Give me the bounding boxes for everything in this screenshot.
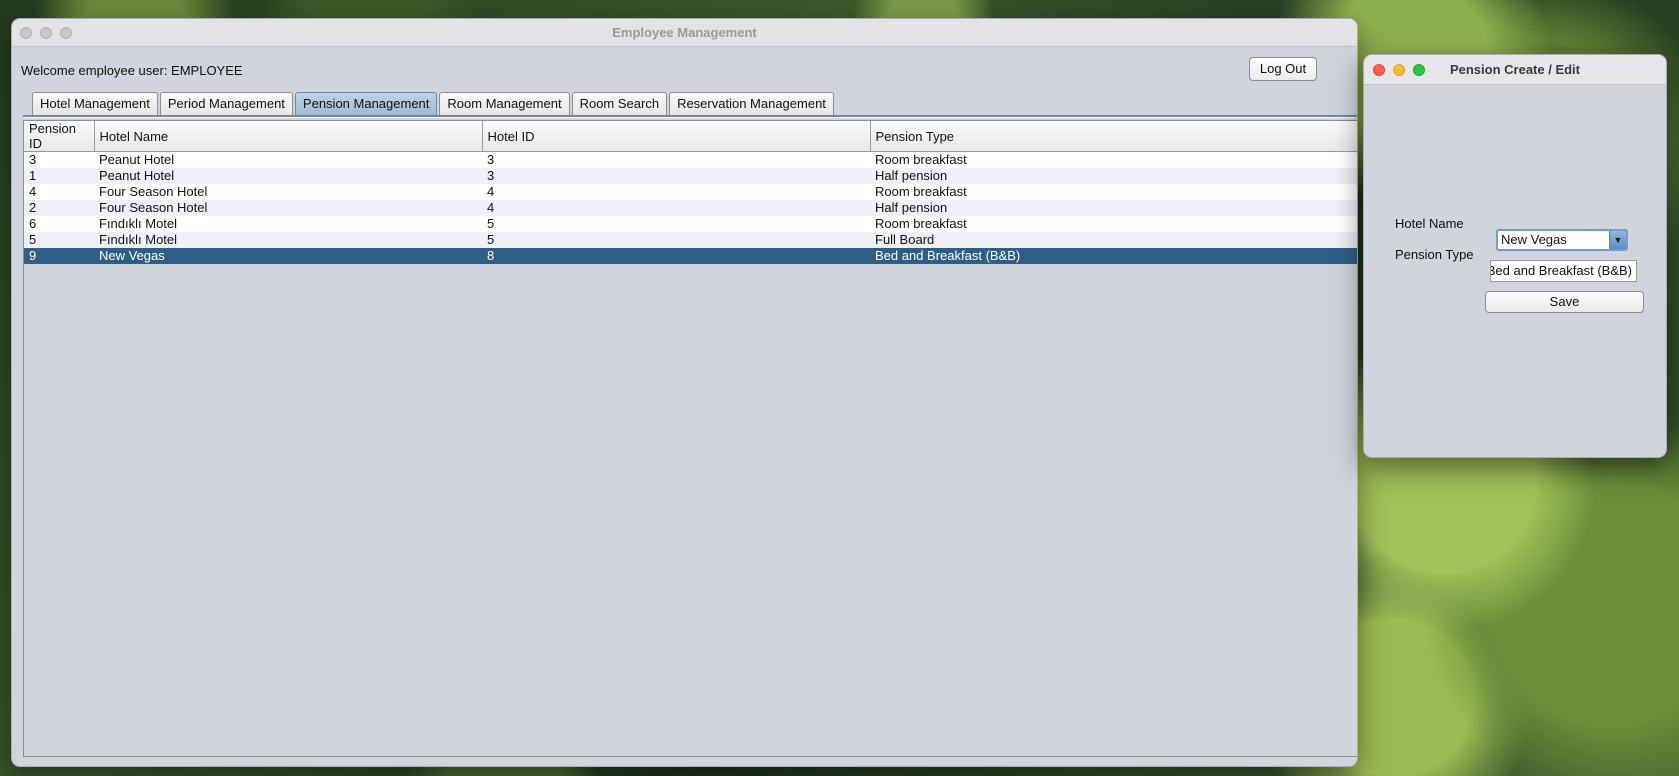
minimize-window-icon[interactable]	[40, 27, 52, 39]
table-cell: 9	[29, 248, 37, 263]
close-window-icon[interactable]	[20, 27, 32, 39]
table-cell: Four Season Hotel	[99, 184, 208, 199]
pension-table: Pension ID Hotel Name Hotel ID Pension Type…	[23, 120, 1357, 757]
dialog-titlebar[interactable]: Pension Create / Edit	[1364, 55, 1666, 85]
table-row[interactable]: 4 Four Season Hotel 4 Room breakfast	[24, 184, 1357, 200]
maximize-window-icon[interactable]	[60, 27, 72, 39]
table-header-row: Pension ID Hotel Name Hotel ID Pension Type	[24, 121, 1357, 152]
pension-type-label: Pension Type	[1395, 247, 1474, 262]
window-controls	[20, 27, 72, 39]
table-cell: 5	[487, 232, 495, 247]
column-header[interactable]: Pension ID	[24, 121, 95, 152]
table-cell: 5	[29, 232, 37, 247]
tab-pension-management[interactable]: Pension Management	[294, 92, 438, 115]
table-cell: 4	[29, 184, 37, 199]
table-cell: Full Board	[875, 232, 935, 247]
table-cell: 8	[487, 248, 495, 263]
pension-type-value: Bed and Breakfast (B&B)	[1490, 263, 1632, 278]
table-cell: 3	[487, 152, 495, 167]
table-cell: New Vegas	[99, 248, 165, 263]
table-cell: 3	[487, 168, 495, 183]
table-cell: 2	[29, 200, 37, 215]
table-row[interactable]: 3 Peanut Hotel 3 Room breakfast	[24, 151, 1357, 168]
table-cell: 1	[29, 168, 37, 183]
tab-reservation-management[interactable]: Reservation Management	[669, 92, 834, 115]
chevron-down-icon[interactable]: ▼	[1609, 231, 1626, 249]
tab-room-search[interactable]: Room Search	[571, 92, 668, 115]
logout-button[interactable]: Log Out	[1249, 57, 1317, 81]
window-title: Employee Management	[612, 25, 757, 40]
hotel-name-selected-value: New Vegas	[1501, 232, 1567, 247]
hotel-name-label: Hotel Name	[1395, 216, 1464, 231]
tab-room-management[interactable]: Room Management	[439, 92, 570, 115]
table-cell: Room breakfast	[875, 216, 967, 231]
table-row[interactable]: 6 Fındıklı Motel 5 Room breakfast	[24, 216, 1357, 232]
table-cell: Room breakfast	[875, 184, 967, 199]
dialog-body: Hotel Name New Vegas ▼ Pension Type Bed …	[1369, 85, 1661, 453]
table-cell: Room breakfast	[875, 152, 967, 167]
table-cell: Half pension	[875, 200, 948, 215]
table-row[interactable]: 5 Fındıklı Motel 5 Full Board	[24, 232, 1357, 248]
tab-divider	[23, 115, 1357, 118]
column-header[interactable]: Hotel Name	[94, 121, 483, 152]
minimize-icon[interactable]	[1393, 64, 1405, 76]
table-cell: 5	[487, 216, 495, 231]
maximize-icon[interactable]	[1413, 64, 1425, 76]
pension-create-edit-dialog: Pension Create / Edit Hotel Name New Veg…	[1363, 54, 1667, 458]
tab-period-management[interactable]: Period Management	[159, 92, 293, 115]
column-header[interactable]: Hotel ID	[482, 121, 871, 152]
table-row[interactable]: 2 Four Season Hotel 4 Half pension	[24, 200, 1357, 216]
tab-bar: Hotel Management Period Management Pension…	[32, 92, 834, 115]
hotel-name-dropdown[interactable]: New Vegas ▼	[1496, 229, 1628, 251]
dialog-window-controls	[1373, 64, 1425, 76]
table-cell: Peanut Hotel	[99, 152, 175, 167]
table-cell: Fındıklı Motel	[99, 232, 178, 247]
main-titlebar[interactable]: Employee Management	[12, 19, 1357, 47]
column-header[interactable]: Pension Type	[870, 121, 1357, 152]
save-button[interactable]: Save	[1485, 291, 1644, 313]
employee-management-window: Employee Management Welcome employee use…	[11, 18, 1358, 767]
pension-type-input[interactable]: Bed and Breakfast (B&B)	[1490, 260, 1637, 282]
table-cell: 4	[487, 184, 495, 199]
table-cell: Bed and Breakfast (B&B)	[875, 248, 1021, 263]
tab-hotel-management[interactable]: Hotel Management	[32, 92, 158, 115]
table-cell: 3	[29, 152, 37, 167]
table-row[interactable]: 9 New Vegas 8 Bed and Breakfast (B&B)	[24, 248, 1357, 264]
table-cell: Fındıklı Motel	[99, 216, 178, 231]
table-cell: Peanut Hotel	[99, 168, 175, 183]
table-cell: 4	[487, 200, 495, 215]
welcome-text: Welcome employee user: EMPLOYEE	[21, 63, 243, 78]
table-cell: Four Season Hotel	[99, 200, 208, 215]
table-row[interactable]: 1 Peanut Hotel 3 Half pension	[24, 168, 1357, 184]
close-icon[interactable]	[1373, 64, 1385, 76]
table-cell: 6	[29, 216, 37, 231]
table-cell: Half pension	[875, 168, 948, 183]
